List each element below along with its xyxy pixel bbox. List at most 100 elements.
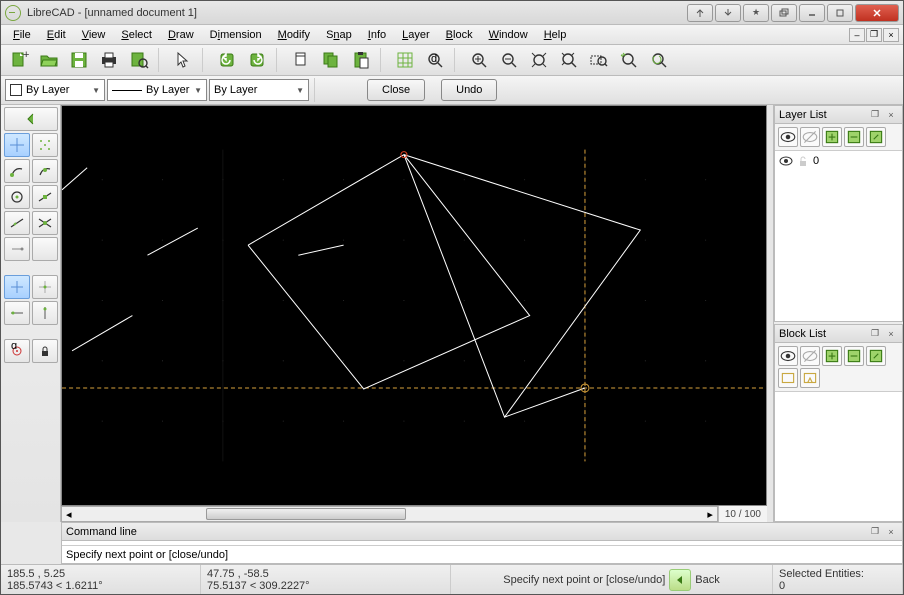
block-list-body	[775, 392, 902, 521]
minimize-button[interactable]	[799, 4, 825, 22]
layer-add-button[interactable]	[822, 127, 842, 147]
block-panel-float-button[interactable]: ❐	[868, 327, 882, 341]
zoom-pan-button[interactable]	[615, 47, 643, 73]
color-combo[interactable]: By Layer ▼	[5, 79, 105, 101]
back-button[interactable]	[669, 569, 691, 591]
menu-info[interactable]: Info	[360, 27, 394, 43]
svg-text:d: d	[431, 53, 437, 65]
print-preview-button[interactable]	[125, 47, 153, 73]
copy-button[interactable]	[317, 47, 345, 73]
mdi-restore-button[interactable]: ❐	[866, 28, 882, 42]
zoom-window-button[interactable]	[585, 47, 613, 73]
width-combo-label: By Layer	[146, 84, 189, 96]
snap-free-button[interactable]	[32, 133, 58, 157]
layer-panel-float-button[interactable]: ❐	[868, 108, 882, 122]
block-list-title: Block List	[779, 328, 826, 340]
lockrelzero-button[interactable]	[32, 339, 58, 363]
menubar: File Edit View Select Draw Dimension Mod…	[1, 25, 903, 45]
rel-coord: 47.75 , -58.5	[207, 568, 444, 580]
left-tool-dock: d	[1, 105, 61, 522]
undo-segment-button[interactable]: Undo	[441, 79, 497, 101]
snap-endpoint-button[interactable]	[4, 159, 30, 183]
pointer-button[interactable]	[169, 47, 197, 73]
save-button[interactable]	[65, 47, 93, 73]
status-prompt: Specify next point or [close/undo]	[503, 574, 665, 586]
block-panel-close-button[interactable]: ×	[884, 327, 898, 341]
abs-coord: 185.5 , 5.25	[7, 568, 194, 580]
menu-window[interactable]: Window	[481, 27, 536, 43]
close-polyline-button[interactable]: Close	[367, 79, 425, 101]
menu-modify[interactable]: Modify	[270, 27, 318, 43]
menu-edit[interactable]: Edit	[39, 27, 74, 43]
win-cascade-button[interactable]	[771, 4, 797, 22]
snap-center-button[interactable]	[4, 185, 30, 209]
block-add-button[interactable]	[822, 346, 842, 366]
menu-block[interactable]: Block	[438, 27, 481, 43]
restrict-nothing-button[interactable]	[4, 237, 30, 261]
block-showall-button[interactable]	[778, 346, 798, 366]
block-remove-button[interactable]	[844, 346, 864, 366]
menu-view[interactable]: View	[74, 27, 114, 43]
cut-button[interactable]	[287, 47, 315, 73]
restrict-v2-button[interactable]	[32, 301, 58, 325]
print-button[interactable]	[95, 47, 123, 73]
relzero-button[interactable]: d	[4, 339, 30, 363]
snap-dist-button[interactable]	[4, 211, 30, 235]
cmd-panel-close-button[interactable]: ×	[884, 525, 898, 539]
layer-panel-close-button[interactable]: ×	[884, 108, 898, 122]
mdi-minimize-button[interactable]: –	[849, 28, 865, 42]
snap-on-entity-button[interactable]	[32, 159, 58, 183]
zoom-auto-button[interactable]	[525, 47, 553, 73]
grid-toggle-button[interactable]	[391, 47, 419, 73]
menu-draw[interactable]: Draw	[160, 27, 202, 43]
block-insert-button[interactable]	[800, 368, 820, 388]
cmd-panel-float-button[interactable]: ❐	[868, 525, 882, 539]
block-hideall-button[interactable]	[800, 346, 820, 366]
redo-button[interactable]	[243, 47, 271, 73]
zoom-in-button[interactable]	[465, 47, 493, 73]
zoom-draft-button[interactable]: d	[421, 47, 449, 73]
linetype-combo-label: By Layer	[214, 84, 257, 96]
layer-showall-button[interactable]	[778, 127, 798, 147]
linetype-combo[interactable]: By Layer ▼	[209, 79, 309, 101]
paste-button[interactable]	[347, 47, 375, 73]
app-logo-icon	[5, 5, 21, 21]
zoom-out-button[interactable]	[495, 47, 523, 73]
menu-select[interactable]: Select	[113, 27, 160, 43]
snap-intersect-button[interactable]	[32, 211, 58, 235]
canvas-h-scrollbar[interactable]: ◂ ▸	[61, 506, 718, 522]
win-down-button[interactable]	[715, 4, 741, 22]
restrict-h-button[interactable]	[32, 275, 58, 299]
layer-edit-button[interactable]	[866, 127, 886, 147]
restrict-nothing2-button[interactable]	[32, 237, 58, 261]
layer-hideall-button[interactable]	[800, 127, 820, 147]
width-combo[interactable]: By Layer ▼	[107, 79, 207, 101]
menu-dimension[interactable]: Dimension	[202, 27, 270, 43]
undo-button[interactable]	[213, 47, 241, 73]
tool-back-button[interactable]	[4, 107, 58, 131]
block-edit-button[interactable]	[778, 368, 798, 388]
close-window-button[interactable]	[855, 4, 899, 22]
zoom-prev-button[interactable]	[555, 47, 583, 73]
win-star-button[interactable]: ★	[743, 4, 769, 22]
restrict-ortho-button[interactable]	[4, 275, 30, 299]
zoom-redraw-button[interactable]	[645, 47, 673, 73]
drawing-canvas[interactable]	[61, 105, 767, 506]
menu-help[interactable]: Help	[536, 27, 575, 43]
maximize-button[interactable]	[827, 4, 853, 22]
snap-middle-button[interactable]	[32, 185, 58, 209]
mdi-close-button[interactable]: ×	[883, 28, 899, 42]
restrict-v-button[interactable]	[4, 301, 30, 325]
layer-row[interactable]: 0	[777, 153, 900, 169]
right-dock: Layer List ❐ × 0 Bl	[773, 105, 903, 522]
new-button[interactable]: +	[5, 47, 33, 73]
menu-layer[interactable]: Layer	[394, 27, 438, 43]
layer-remove-button[interactable]	[844, 127, 864, 147]
open-button[interactable]	[35, 47, 63, 73]
zoom-indicator: 10 / 100	[718, 506, 767, 522]
win-help-button[interactable]	[687, 4, 713, 22]
snap-grid-button[interactable]	[4, 133, 30, 157]
menu-snap[interactable]: Snap	[318, 27, 360, 43]
block-attr-button[interactable]	[866, 346, 886, 366]
menu-file[interactable]: File	[5, 27, 39, 43]
